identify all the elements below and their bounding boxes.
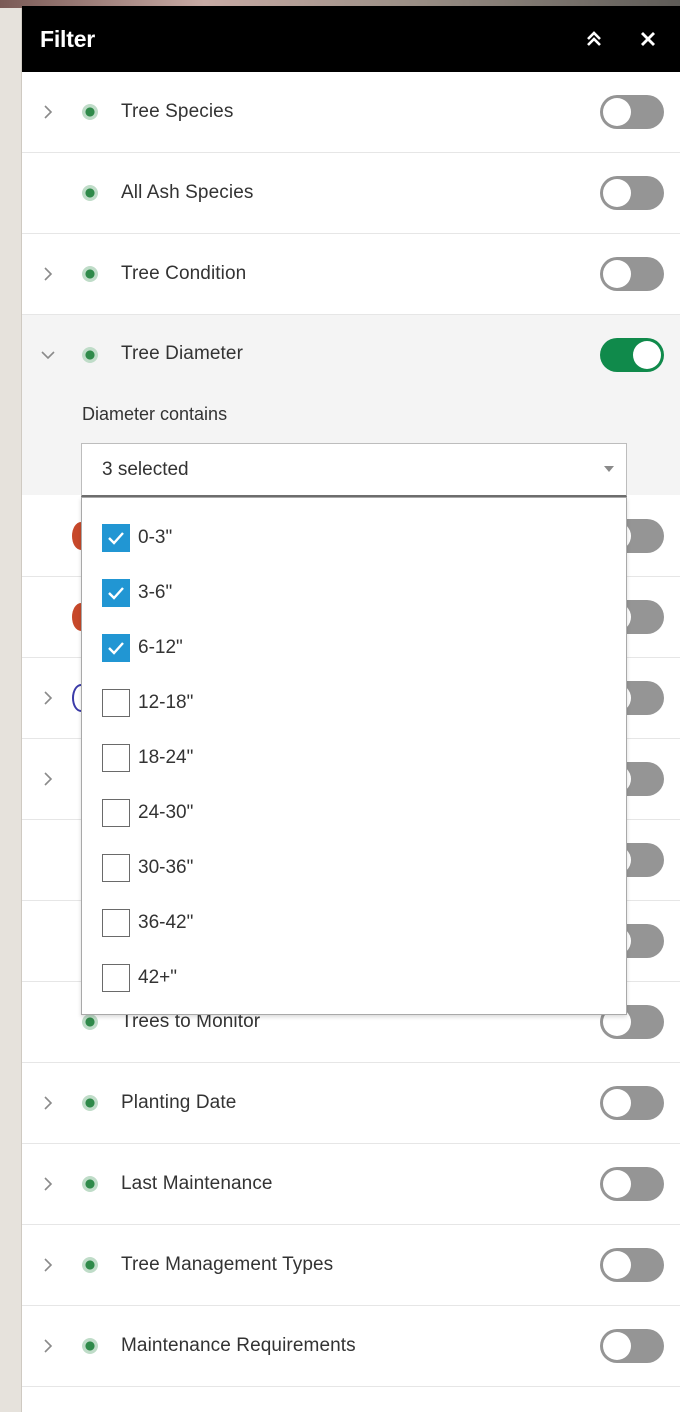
filter-toggle[interactable] bbox=[600, 176, 664, 210]
chevron-right-icon[interactable] bbox=[38, 72, 58, 152]
layer-dot-icon bbox=[82, 104, 98, 120]
clause-label: Diameter contains bbox=[82, 404, 228, 424]
option-label: 0-3" bbox=[138, 526, 173, 548]
checkbox[interactable] bbox=[102, 743, 130, 772]
checkbox[interactable] bbox=[102, 633, 130, 662]
chevron-down-icon[interactable] bbox=[38, 315, 58, 395]
dropdown-option[interactable]: 24-30" bbox=[82, 785, 626, 840]
option-label: 6-12" bbox=[138, 636, 183, 658]
checkbox[interactable] bbox=[102, 963, 130, 992]
filter-toggle[interactable] bbox=[600, 95, 664, 129]
dropdown-option[interactable]: 36-42" bbox=[82, 895, 626, 950]
filter-label: Tree Condition bbox=[121, 263, 247, 284]
layer-dot-icon bbox=[82, 347, 98, 363]
chevron-double-up-icon[interactable] bbox=[576, 21, 612, 57]
filter-label: Tree Management Types bbox=[121, 1254, 334, 1275]
filter-panel: Filter Tree Species All Ash Species Tree… bbox=[22, 6, 680, 1412]
filter-label: Last Maintenance bbox=[121, 1173, 273, 1194]
option-label: 30-36" bbox=[138, 856, 194, 878]
chevron-right-icon[interactable] bbox=[38, 1225, 58, 1305]
dropdown-option[interactable]: 0-3" bbox=[82, 510, 626, 565]
filter-toggle[interactable] bbox=[600, 1329, 664, 1363]
option-label: 42+" bbox=[138, 966, 177, 988]
layer-dot-icon bbox=[82, 1095, 98, 1111]
panel-title: Filter bbox=[40, 25, 96, 52]
filter-label: Tree Species bbox=[121, 101, 234, 122]
option-label: 36-42" bbox=[138, 911, 194, 933]
dropdown-option[interactable]: 6-12" bbox=[82, 620, 626, 675]
dropdown-option[interactable]: 30-36" bbox=[82, 840, 626, 895]
filter-toggle[interactable] bbox=[600, 1248, 664, 1282]
chevron-right-icon[interactable] bbox=[38, 234, 58, 314]
chevron-right-icon[interactable] bbox=[38, 658, 58, 738]
option-label: 12-18" bbox=[138, 691, 194, 713]
filter-label: Maintenance Requirements bbox=[121, 1335, 356, 1356]
option-label: 18-24" bbox=[138, 746, 194, 768]
filter-row-maintenance-requirements: Maintenance Requirements bbox=[22, 1306, 680, 1387]
checkbox[interactable] bbox=[102, 578, 130, 607]
checkbox[interactable] bbox=[102, 688, 130, 717]
chevron-right-icon[interactable] bbox=[38, 1063, 58, 1143]
filter-row-tree-condition: Tree Condition bbox=[22, 234, 680, 315]
filter-toggle[interactable] bbox=[600, 257, 664, 291]
filter-row-all-ash-species: All Ash Species bbox=[22, 153, 680, 234]
layer-dot-icon bbox=[82, 1014, 98, 1030]
filter-row-tree-management-types: Tree Management Types bbox=[22, 1225, 680, 1306]
filter-row-last-maintenance: Last Maintenance bbox=[22, 1144, 680, 1225]
dropdown-option[interactable]: 12-18" bbox=[82, 675, 626, 730]
diameter-select[interactable]: 3 selected bbox=[81, 443, 627, 497]
layer-dot-icon bbox=[82, 1338, 98, 1354]
dropdown-option[interactable]: 3-6" bbox=[82, 565, 626, 620]
filter-toggle[interactable] bbox=[600, 1086, 664, 1120]
map-background bbox=[0, 0, 22, 1412]
layer-dot-icon bbox=[82, 1176, 98, 1192]
filter-label: Tree Diameter bbox=[121, 343, 244, 364]
close-icon[interactable] bbox=[630, 21, 666, 57]
select-value: 3 selected bbox=[102, 458, 189, 480]
checkbox[interactable] bbox=[102, 798, 130, 827]
option-label: 3-6" bbox=[138, 581, 173, 603]
filter-toggle[interactable] bbox=[600, 338, 664, 372]
option-label: 24-30" bbox=[138, 801, 194, 823]
chevron-right-icon[interactable] bbox=[38, 1144, 58, 1224]
filter-label: All Ash Species bbox=[121, 182, 254, 203]
filter-toggle[interactable] bbox=[600, 1167, 664, 1201]
checkbox[interactable] bbox=[102, 908, 130, 937]
checkbox[interactable] bbox=[102, 523, 130, 552]
filter-row-tree-species: Tree Species bbox=[22, 72, 680, 153]
dropdown-option[interactable]: 42+" bbox=[82, 950, 626, 1005]
diameter-dropdown-list: 0-3" 3-6" 6-12" 12-18" 18-24" 24-30" 30-… bbox=[81, 497, 627, 1015]
layer-dot-icon bbox=[82, 266, 98, 282]
caret-down-icon bbox=[604, 466, 614, 472]
checkbox[interactable] bbox=[102, 853, 130, 882]
panel-header: Filter bbox=[22, 6, 680, 72]
chevron-right-icon[interactable] bbox=[38, 739, 58, 819]
chevron-right-icon[interactable] bbox=[38, 1306, 58, 1386]
filter-row-planting-date: Planting Date bbox=[22, 1063, 680, 1144]
dropdown-option[interactable]: 18-24" bbox=[82, 730, 626, 785]
filter-label: Planting Date bbox=[121, 1092, 237, 1113]
layer-dot-icon bbox=[82, 185, 98, 201]
layer-dot-icon bbox=[82, 1257, 98, 1273]
